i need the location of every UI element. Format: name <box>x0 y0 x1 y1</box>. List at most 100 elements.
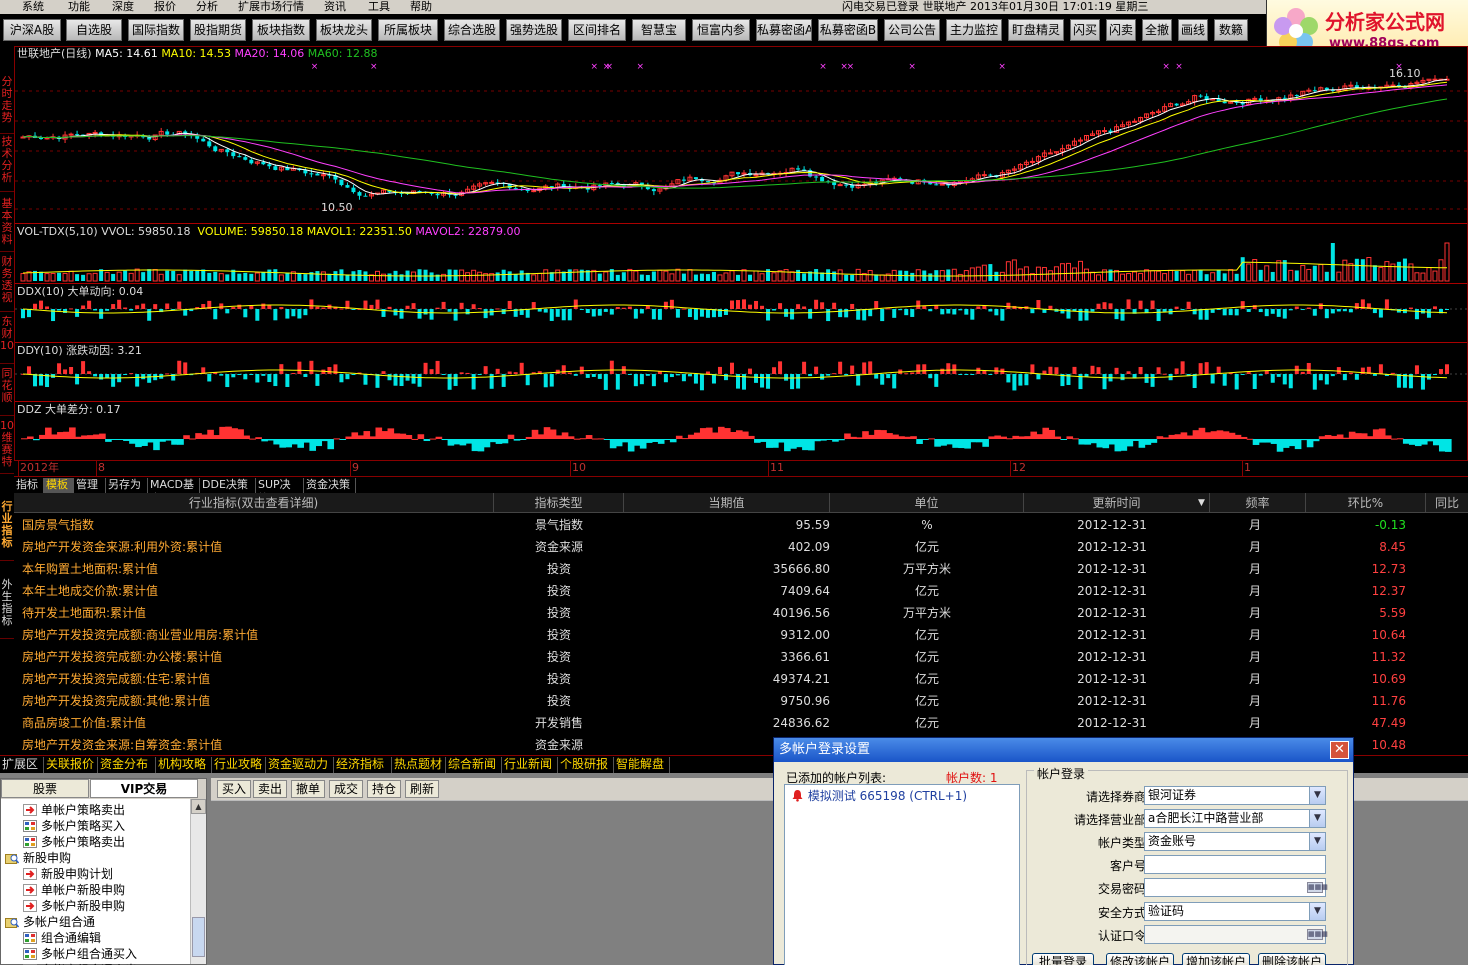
left-tab-0[interactable]: 分时走势 <box>0 76 14 134</box>
col-header-name[interactable]: 行业指标(双击查看详细) <box>14 493 494 513</box>
table-row[interactable]: 本年土地成交价款:累计值 投资 7409.64 亿元 2012-12-31 月 12.37 <box>14 580 1468 602</box>
toolbar-button-6[interactable]: 所属板块 <box>378 19 438 41</box>
tree-item[interactable]: 多帐户组合通买入 <box>23 946 137 962</box>
table-row[interactable]: 本年购置土地面积:累计值 投资 35666.80 万平方米 2012-12-31 月 12.… <box>14 558 1468 580</box>
bottom-tab-11[interactable]: 智能解盘 <box>614 757 670 773</box>
toolbar-button-5[interactable]: 板块龙头 <box>316 19 372 41</box>
trade-button-1[interactable]: 卖出 <box>253 780 287 798</box>
left-tab-3[interactable]: 财务透视 <box>0 256 14 312</box>
bottom-tab-8[interactable]: 综合新闻 <box>446 757 502 773</box>
col-header-yoy[interactable]: 同比 <box>1426 493 1468 513</box>
col-header-value[interactable]: 当期值 <box>624 493 830 513</box>
scroll-up-icon[interactable]: ▲ <box>191 799 206 814</box>
menu-system[interactable]: 系统 <box>22 0 44 13</box>
left-tab-2[interactable]: 基本资料 <box>0 198 14 252</box>
tree-tab-vip-trade[interactable]: VIP交易 <box>90 779 198 798</box>
bottom-tab-0[interactable]: 扩展区 <box>0 757 44 773</box>
tree-item[interactable]: 新股申购计划 <box>23 866 113 882</box>
field-input-0[interactable]: 银河证券 ▼ <box>1144 786 1326 805</box>
toolbar-button-13[interactable]: 私募密函B <box>818 19 878 41</box>
toolbar-button-11[interactable]: 恒富内参 <box>692 19 750 41</box>
table-row[interactable]: 房地产开发资金来源:利用外资:累计值 资金来源 402.09 亿元 2012-12-31… <box>14 536 1468 558</box>
indicator-tab-0[interactable]: 指标 <box>14 478 44 493</box>
field-input-2[interactable]: 资金账号 ▼ <box>1144 832 1326 851</box>
tab-industry-indicator[interactable]: 行业指标 <box>0 501 14 561</box>
tree-item[interactable]: 组合通编辑 <box>23 930 101 946</box>
account-list-item[interactable]: 模拟测试 665198 (CTRL+1) <box>791 787 967 804</box>
dialog-button-2[interactable]: 增加该帐户 <box>1182 953 1250 965</box>
close-icon[interactable]: ✕ <box>1330 741 1349 759</box>
bottom-tab-4[interactable]: 行业攻略 <box>212 757 266 773</box>
toolbar-button-16[interactable]: 盯盘精灵 <box>1008 19 1064 41</box>
toolbar-button-21[interactable]: 数籁 <box>1214 19 1248 41</box>
ddx-chart[interactable] <box>15 297 1467 342</box>
toolbar-button-0[interactable]: 沪深A股 <box>3 19 61 41</box>
tree-item[interactable]: 多帐户组合通 <box>5 914 95 930</box>
toolbar-button-18[interactable]: 闪卖 <box>1106 19 1136 41</box>
dialog-button-3[interactable]: 删除该帐户 <box>1258 953 1326 965</box>
col-header-freq[interactable]: 频率 <box>1210 493 1306 513</box>
ddz-chart[interactable] <box>15 415 1467 461</box>
indicator-tab-1[interactable]: 模板 <box>44 478 74 493</box>
menu-tools[interactable]: 工具 <box>368 0 390 13</box>
ddy-chart[interactable] <box>15 356 1467 401</box>
chevron-down-icon[interactable]: ▼ <box>1309 903 1325 920</box>
menu-quote[interactable]: 报价 <box>154 0 176 13</box>
dialog-button-1[interactable]: 修改该帐户 <box>1106 953 1174 965</box>
field-input-1[interactable]: a合肥长江中路营业部 ▼ <box>1144 809 1326 828</box>
chevron-down-icon[interactable]: ▼ <box>1309 833 1325 850</box>
toolbar-button-15[interactable]: 主力监控 <box>946 19 1002 41</box>
toolbar-button-12[interactable]: 私募密函A <box>756 19 812 41</box>
tree-tab-stocks[interactable]: 股票 <box>1 779 89 798</box>
table-row[interactable]: 待开发土地面积:累计值 投资 40196.56 万平方米 2012-12-31 月 5.59 <box>14 602 1468 624</box>
col-header-chg[interactable]: 环比% <box>1306 493 1426 513</box>
menu-analysis[interactable]: 分析 <box>196 0 218 13</box>
toolbar-button-4[interactable]: 板块指数 <box>252 19 310 41</box>
toolbar-button-2[interactable]: 国际指数 <box>128 19 184 41</box>
toolbar-button-14[interactable]: 公司公告 <box>884 19 940 41</box>
bottom-tab-2[interactable]: 资金分布 <box>98 757 156 773</box>
col-header-unit[interactable]: 单位 <box>830 493 1024 513</box>
bottom-tab-9[interactable]: 行业新闻 <box>502 757 558 773</box>
toolbar-button-1[interactable]: 自选股 <box>66 19 122 41</box>
indicator-tab-7[interactable]: 资金决策 <box>304 478 356 493</box>
trade-button-0[interactable]: 买入 <box>217 780 251 798</box>
keyboard-icon[interactable]: ▦▦▦ <box>1307 882 1328 893</box>
bottom-tab-5[interactable]: 资金驱动力 <box>266 757 334 773</box>
menu-help[interactable]: 帮助 <box>410 0 432 13</box>
table-row[interactable]: 房地产开发投资完成额:商业营业用房:累计值 投资 9312.00 亿元 2012-12-… <box>14 624 1468 646</box>
bottom-tab-3[interactable]: 机构攻略 <box>156 757 212 773</box>
left-tab-6[interactable]: 10维赛特 <box>0 420 14 474</box>
toolbar-button-3[interactable]: 股指期货 <box>190 19 246 41</box>
tree-item[interactable]: 新股申购 <box>5 850 71 866</box>
volume-chart[interactable] <box>15 237 1467 283</box>
field-input-4[interactable]: ▦▦▦ <box>1144 878 1328 897</box>
table-row[interactable]: 国房景气指数 景气指数 95.59% 2012-12-31 月 -0.13 <box>14 514 1468 536</box>
candlestick-chart[interactable]: ×× ××× ×× ××××× ×× <box>15 61 1467 223</box>
menu-depth[interactable]: 深度 <box>112 0 134 13</box>
indicator-tab-3[interactable]: 另存为 <box>106 478 148 493</box>
left-tab-1[interactable]: 技术分析 <box>0 136 14 192</box>
table-row[interactable]: 房地产开发投资完成额:住宅:累计值 投资 49374.21 亿元 2012-12-31 月… <box>14 668 1468 690</box>
bottom-tab-6[interactable]: 经济指标 <box>334 757 392 773</box>
tree-item[interactable]: 多帐户新股申购 <box>23 898 125 914</box>
trade-button-3[interactable]: 成交 <box>329 780 363 798</box>
keyboard-icon[interactable]: ▦▦▦ <box>1307 929 1328 940</box>
bottom-tab-1[interactable]: 关联报价 <box>44 757 98 773</box>
col-header-time[interactable]: 更新时间 <box>1024 493 1210 513</box>
indicator-tab-5[interactable]: DDE决策 <box>200 478 256 493</box>
toolbar-button-8[interactable]: 强势选股 <box>506 19 562 41</box>
tree-item[interactable]: 多帐户策略买入 <box>23 818 125 834</box>
menu-news[interactable]: 资讯 <box>324 0 346 13</box>
field-input-3[interactable] <box>1144 855 1326 874</box>
tree-item[interactable]: 单帐户策略卖出 <box>23 802 125 818</box>
tree-item[interactable]: 单帐户新股申购 <box>23 882 125 898</box>
trade-button-4[interactable]: 持仓 <box>367 780 401 798</box>
tab-exogenous-indicator[interactable]: 外生指标 <box>0 579 14 639</box>
menu-extended-market[interactable]: 扩展市场行情 <box>238 0 304 13</box>
toolbar-button-7[interactable]: 综合选股 <box>444 19 500 41</box>
tree-item[interactable]: 多帐户策略卖出 <box>23 834 125 850</box>
toolbar-button-19[interactable]: 全撤 <box>1142 19 1172 41</box>
bottom-tab-10[interactable]: 个股研报 <box>558 757 614 773</box>
table-row[interactable]: 商品房竣工价值:累计值 开发销售 24836.62 亿元 2012-12-31 月 47.4… <box>14 712 1468 734</box>
